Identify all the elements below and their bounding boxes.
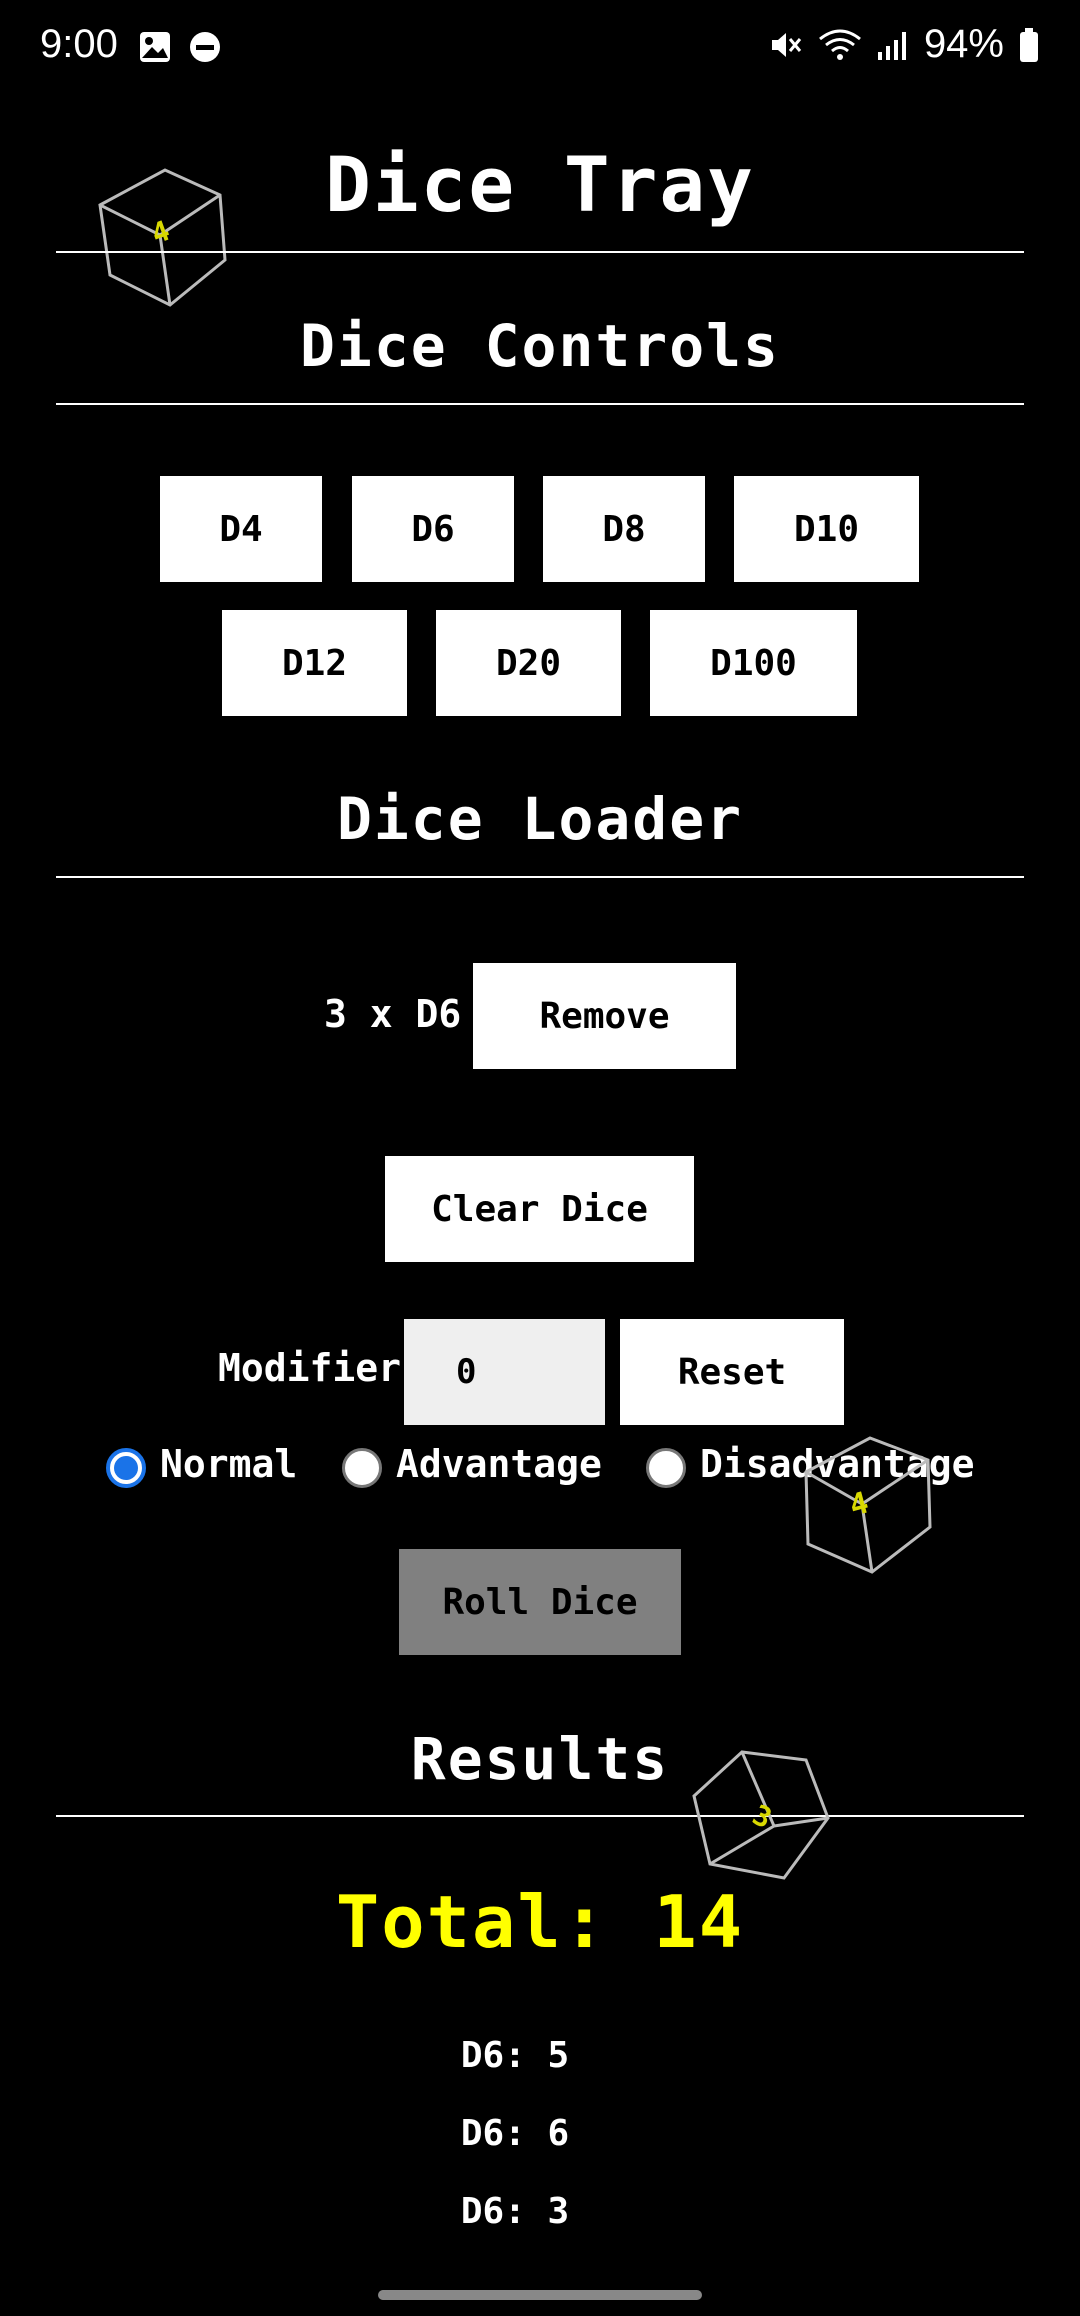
mute-icon (771, 32, 802, 57)
result-line: D6: 5 (460, 2035, 570, 2076)
cube-face-number: 4 (846, 1485, 873, 1523)
d4-button[interactable]: D4 (160, 476, 322, 582)
image-icon (140, 32, 170, 62)
dnd-icon (190, 32, 220, 62)
d100-button[interactable]: D100 (650, 610, 857, 716)
reset-button[interactable]: Reset (620, 1319, 844, 1425)
dice-cube-icon: 3 (692, 1750, 830, 1880)
d10-button[interactable]: D10 (734, 476, 919, 582)
status-right: 94% (768, 22, 1040, 67)
loaded-dice-label: 3 x D6 (324, 992, 462, 1036)
status-time: 9:00 (40, 22, 118, 66)
advantage-radio-label[interactable]: Advantage (396, 1442, 602, 1486)
status-left-icons (138, 30, 222, 64)
home-gesture-bar[interactable] (378, 2290, 702, 2300)
results-divider (56, 1815, 1024, 1817)
d8-button[interactable]: D8 (543, 476, 705, 582)
d12-button[interactable]: D12 (222, 610, 407, 716)
signal-icon (877, 31, 906, 60)
dice-controls-heading: Dice Controls (300, 312, 780, 380)
result-line: D6: 3 (460, 2191, 570, 2232)
cube-face-number: 3 (748, 1798, 777, 1835)
wifi-icon (819, 29, 861, 60)
modifier-input[interactable] (404, 1319, 605, 1425)
dice-loader-divider (56, 876, 1024, 878)
title-divider (56, 251, 1024, 253)
roll-dice-button[interactable]: Roll Dice (399, 1549, 681, 1655)
disadvantage-radio[interactable] (646, 1448, 686, 1488)
advantage-radio[interactable] (342, 1448, 382, 1488)
total-result: Total: 14 (335, 1880, 745, 1964)
d20-button[interactable]: D20 (436, 610, 621, 716)
remove-button[interactable]: Remove (473, 963, 736, 1069)
dice-cube-icon: 4 (804, 1436, 932, 1574)
battery-percent: 94% (923, 22, 1004, 66)
dice-controls-divider (56, 403, 1024, 405)
modifier-label: Modifier: (218, 1346, 424, 1390)
normal-radio[interactable] (106, 1448, 146, 1488)
results-heading: Results (410, 1725, 670, 1793)
dice-loader-heading: Dice Loader (336, 785, 744, 853)
normal-radio-label[interactable]: Normal (160, 1442, 297, 1486)
clear-dice-button[interactable]: Clear Dice (385, 1156, 694, 1262)
battery-icon (1020, 27, 1038, 62)
d6-button[interactable]: D6 (352, 476, 514, 582)
result-line: D6: 6 (460, 2113, 570, 2154)
page-title: Dice Tray (325, 140, 755, 229)
